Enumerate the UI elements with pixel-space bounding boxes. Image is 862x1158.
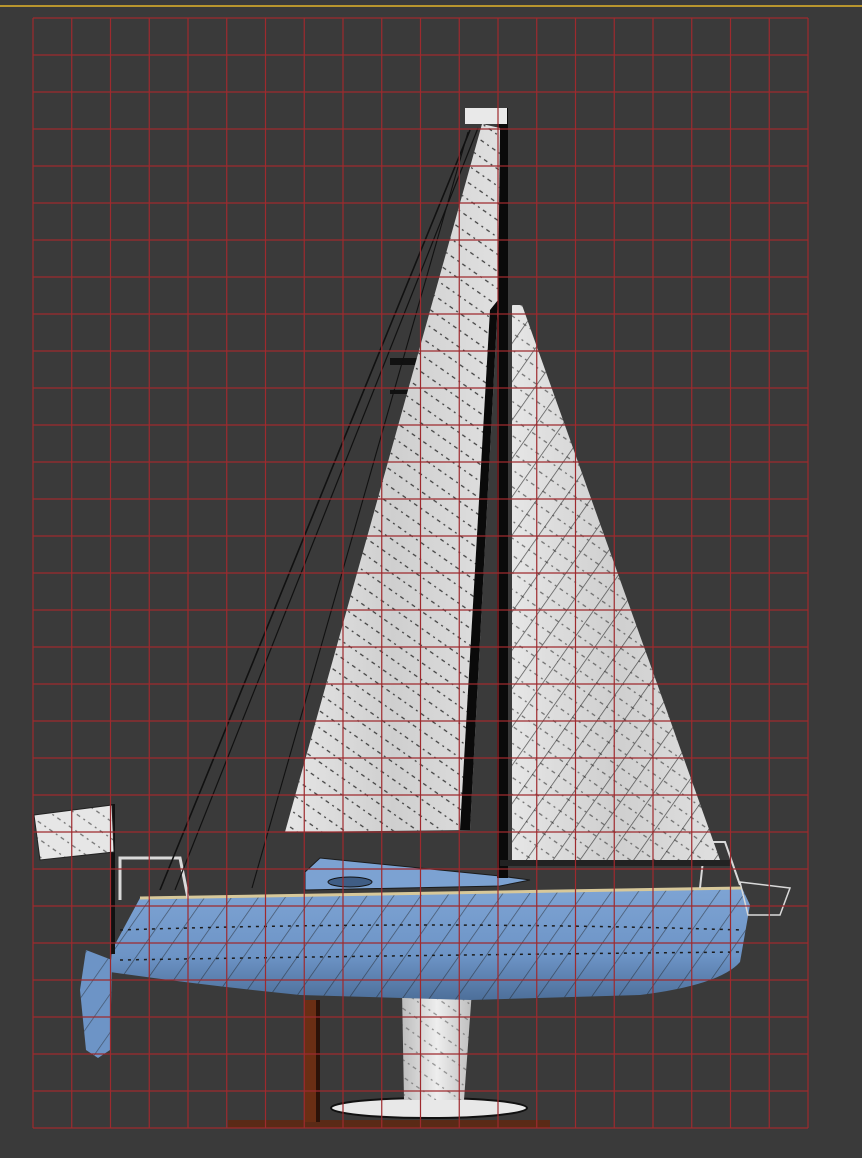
stand-post-shadow bbox=[316, 1000, 320, 1122]
reference-grid bbox=[32, 17, 809, 1129]
stand-base bbox=[228, 1120, 550, 1128]
masthead bbox=[465, 108, 507, 124]
stern-pulpit bbox=[118, 856, 190, 900]
viewport-canvas[interactable] bbox=[0, 0, 862, 1158]
bow-anchor bbox=[739, 881, 792, 916]
stand-post bbox=[304, 1000, 318, 1122]
boom bbox=[500, 860, 730, 866]
sailboat-model[interactable] bbox=[33, 108, 792, 1128]
hatch bbox=[327, 876, 373, 888]
viewport-3d[interactable] bbox=[0, 0, 862, 1158]
